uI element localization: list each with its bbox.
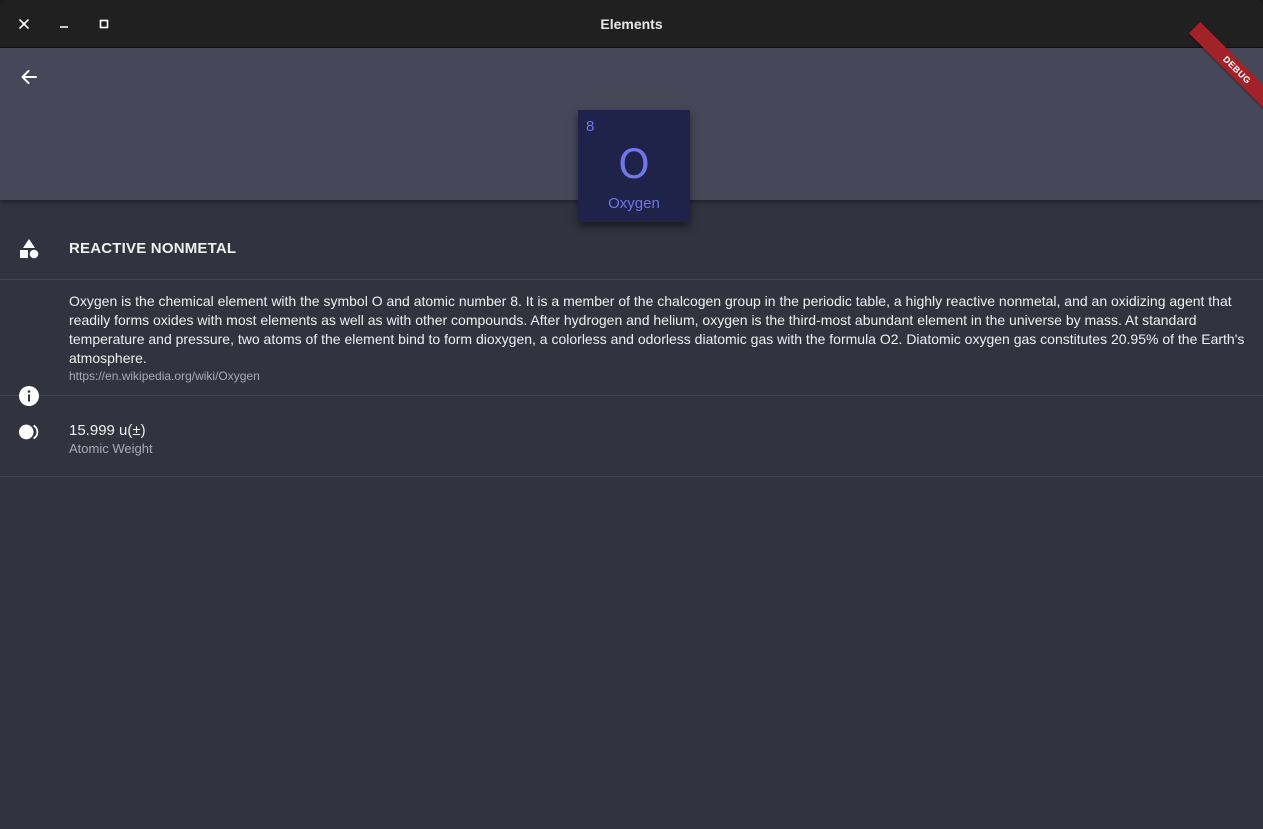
atomic-weight-row: 15.999 u(±) Atomic Weight <box>0 396 1263 477</box>
minimize-button[interactable] <box>52 12 76 36</box>
category-label: REACTIVE NONMETAL <box>69 240 237 257</box>
title-bar: Elements <box>0 0 1263 48</box>
app-window: Elements DEBUG 8 O Oxygen REACTIVE NONME… <box>0 0 1263 829</box>
source-link[interactable]: https://en.wikipedia.org/wiki/Oxygen <box>69 369 1249 383</box>
back-button[interactable] <box>14 62 44 92</box>
element-symbol: O <box>618 142 650 188</box>
atomic-number: 8 <box>586 118 595 135</box>
maximize-icon <box>99 19 109 29</box>
minimize-icon <box>60 26 68 28</box>
maximize-button[interactable] <box>92 12 116 36</box>
element-tile[interactable]: 8 O Oxygen <box>578 110 690 222</box>
window-title: Elements <box>600 16 663 32</box>
atomic-weight-text: 15.999 u(±) Atomic Weight <box>69 421 1249 457</box>
arrow-back-icon <box>21 70 37 84</box>
atomic-weight-value: 15.999 u(±) <box>69 422 146 439</box>
close-icon <box>19 19 29 29</box>
description-text: Oxygen is the chemical element with the … <box>69 292 1249 383</box>
atomic-weight-label: Atomic Weight <box>69 441 153 456</box>
weight-icon <box>18 421 40 443</box>
details-list: REACTIVE NONMETAL Oxygen is the chemical… <box>0 200 1263 477</box>
element-summary: Oxygen is the chemical element with the … <box>69 293 1245 366</box>
element-name: Oxygen <box>608 195 660 212</box>
category-shapes-icon <box>18 238 40 260</box>
close-button[interactable] <box>12 12 36 36</box>
description-row: Oxygen is the chemical element with the … <box>0 280 1263 406</box>
